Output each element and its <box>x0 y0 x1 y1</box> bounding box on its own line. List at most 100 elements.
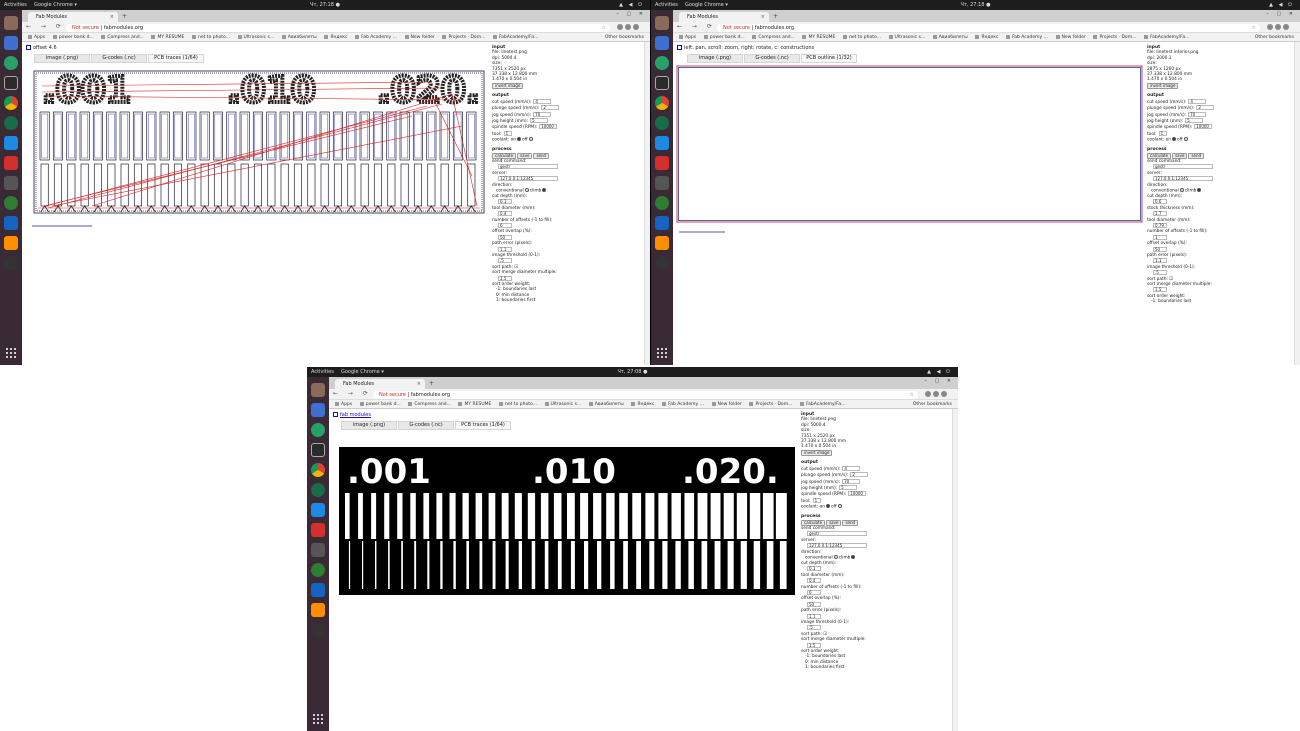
bookmark-item[interactable]: FabAcademy/Fa... <box>1144 33 1189 41</box>
path-error-input[interactable]: 1.1 <box>807 613 821 619</box>
vlc-icon[interactable] <box>4 236 18 250</box>
tool-diameter-input[interactable]: 0.4 <box>807 578 821 584</box>
app-icon[interactable] <box>311 483 325 497</box>
app-icon[interactable] <box>655 116 669 130</box>
bookmark-item[interactable]: Apps <box>28 33 45 41</box>
climb-radio[interactable] <box>1197 188 1202 193</box>
bookmark-item[interactable]: Яндекс <box>975 33 998 41</box>
terminal-icon[interactable] <box>4 76 18 90</box>
fab-modules-link[interactable]: fab modules <box>340 412 371 418</box>
bookmark-item[interactable]: Compress and... <box>752 33 795 41</box>
tab-pcb[interactable]: PCB traces (1/64) <box>455 421 511 430</box>
extension-icons[interactable] <box>923 391 953 398</box>
coolant-on-radio[interactable] <box>517 137 522 142</box>
bookmark-item[interactable]: Projects · Dom... <box>749 400 792 408</box>
module-checkbox[interactable] <box>26 45 31 50</box>
send-command-input[interactable]: gestr <box>498 164 558 170</box>
inkscape-icon[interactable] <box>311 623 325 637</box>
tool-diameter-input[interactable]: 0.79 <box>1153 222 1167 228</box>
invert-image-button[interactable]: invert image <box>801 449 833 457</box>
clock[interactable]: Чт, 27:08 ● <box>618 367 648 377</box>
plunge-speed-input[interactable]: 2 <box>850 472 869 478</box>
globe-icon[interactable] <box>311 563 325 577</box>
show-apps-icon[interactable] <box>656 347 668 359</box>
system-tray-icons[interactable]: ▲ ◀ ⏻ <box>927 367 952 377</box>
app-menu[interactable]: Google Chrome ▾ <box>685 0 728 10</box>
close-tab-icon[interactable]: × <box>417 379 421 389</box>
bookmark-item[interactable]: Compress and... <box>408 400 451 408</box>
globe-icon[interactable] <box>655 196 669 210</box>
coolant-off-radio[interactable] <box>837 504 842 509</box>
bookmark-item[interactable]: Яндекс <box>631 400 654 408</box>
nav-buttons[interactable]: ← → ⟳ <box>677 23 716 30</box>
files-icon[interactable] <box>655 16 669 30</box>
invert-image-button[interactable]: invert image <box>1147 82 1179 90</box>
cut-speed-input[interactable]: 4 <box>842 465 861 471</box>
send-button[interactable]: send <box>533 152 550 159</box>
nav-buttons[interactable]: ← → ⟳ <box>26 23 65 30</box>
bookmark-item[interactable]: Авиабилеты <box>589 400 624 408</box>
transfer-icon[interactable] <box>655 216 669 230</box>
bookmark-item[interactable]: Авиабилеты <box>933 33 968 41</box>
bookmark-item[interactable]: Fab Academy ... <box>662 400 704 408</box>
stock-thickness-input[interactable]: 1.7 <box>1153 211 1167 217</box>
spindle-input[interactable]: 10000 <box>848 491 867 497</box>
bookmark-star-icon[interactable]: ☆ <box>602 24 606 32</box>
tool-icon[interactable] <box>4 176 18 190</box>
bookmark-item[interactable]: power bank d... <box>360 400 401 408</box>
other-bookmarks[interactable]: Other bookmarks <box>605 33 644 41</box>
cut-speed-input[interactable]: 4 <box>533 98 552 104</box>
address-bar[interactable]: Not secure | fabmodules.org ☆ <box>66 23 610 32</box>
app-icon[interactable] <box>4 116 18 130</box>
bookmark-item[interactable]: power bank d... <box>53 33 94 41</box>
climb-radio[interactable] <box>851 555 856 560</box>
coolant-on-radio[interactable] <box>826 504 831 509</box>
threshold-input[interactable]: .5 <box>807 625 821 631</box>
conventional-radio[interactable] <box>833 555 838 560</box>
vlc-icon[interactable] <box>655 236 669 250</box>
bookmark-item[interactable]: MY RESUME <box>458 400 491 408</box>
cut-depth-input[interactable]: 0.6 <box>1153 199 1167 205</box>
document-viewer-icon[interactable] <box>655 36 669 50</box>
tab-image[interactable]: image (.png) <box>34 54 90 63</box>
bookmark-item[interactable]: Compress and... <box>101 33 144 41</box>
nav-buttons[interactable]: ← → ⟳ <box>333 390 372 397</box>
tool-input[interactable]: 1 <box>812 497 821 503</box>
module-checkbox[interactable] <box>677 45 682 50</box>
jog-speed-input[interactable]: 70 <box>533 111 552 117</box>
terminal-icon[interactable] <box>311 443 325 457</box>
extension-icons[interactable] <box>615 24 645 31</box>
new-tab-button[interactable]: + <box>122 12 127 22</box>
files-icon[interactable] <box>311 383 325 397</box>
bookmark-item[interactable]: MY RESUME <box>802 33 835 41</box>
tab-pcb[interactable]: PCB outline (1/32) <box>801 54 857 63</box>
document-viewer-icon[interactable] <box>4 36 18 50</box>
pcb-image-preview[interactable]: .001 .010 .020. <box>339 447 795 595</box>
bookmark-item[interactable]: New folder <box>1056 33 1086 41</box>
show-apps-icon[interactable] <box>312 713 324 725</box>
close-tab-icon[interactable]: × <box>110 12 114 22</box>
browser-tab[interactable]: Fab Modules × <box>335 379 425 389</box>
bookmark-item[interactable]: New folder <box>405 33 435 41</box>
bookmark-item[interactable]: Apps <box>335 400 352 408</box>
toolpath-preview[interactable] <box>675 64 1145 236</box>
sort-merge-input[interactable]: 1.5 <box>498 275 512 281</box>
page-scrollbar[interactable] <box>952 409 958 731</box>
bookmark-item[interactable]: Fab Academy ... <box>355 33 397 41</box>
editor-icon[interactable] <box>311 503 325 517</box>
browser-tab[interactable]: Fab Modules × <box>28 12 118 22</box>
coolant-off-radio[interactable] <box>1183 137 1188 142</box>
send-button[interactable]: send <box>1188 152 1205 159</box>
editor-icon[interactable] <box>4 136 18 150</box>
send-command-input[interactable]: gestr <box>1153 164 1213 170</box>
tab-gcode[interactable]: G-codes (.nc) <box>91 54 147 63</box>
browser-tab[interactable]: Fab Modules × <box>679 12 769 22</box>
send-command-input[interactable]: gestr <box>807 531 867 537</box>
jog-height-input[interactable]: 5 <box>1185 117 1204 123</box>
cut-speed-input[interactable]: 4 <box>1188 98 1207 104</box>
jog-speed-input[interactable]: 70 <box>842 478 861 484</box>
path-error-input[interactable]: 1.1 <box>498 246 512 252</box>
pdf-icon[interactable] <box>311 523 325 537</box>
close-tab-icon[interactable]: × <box>761 12 765 22</box>
clock[interactable]: Чт, 27:18 ● <box>310 0 340 10</box>
